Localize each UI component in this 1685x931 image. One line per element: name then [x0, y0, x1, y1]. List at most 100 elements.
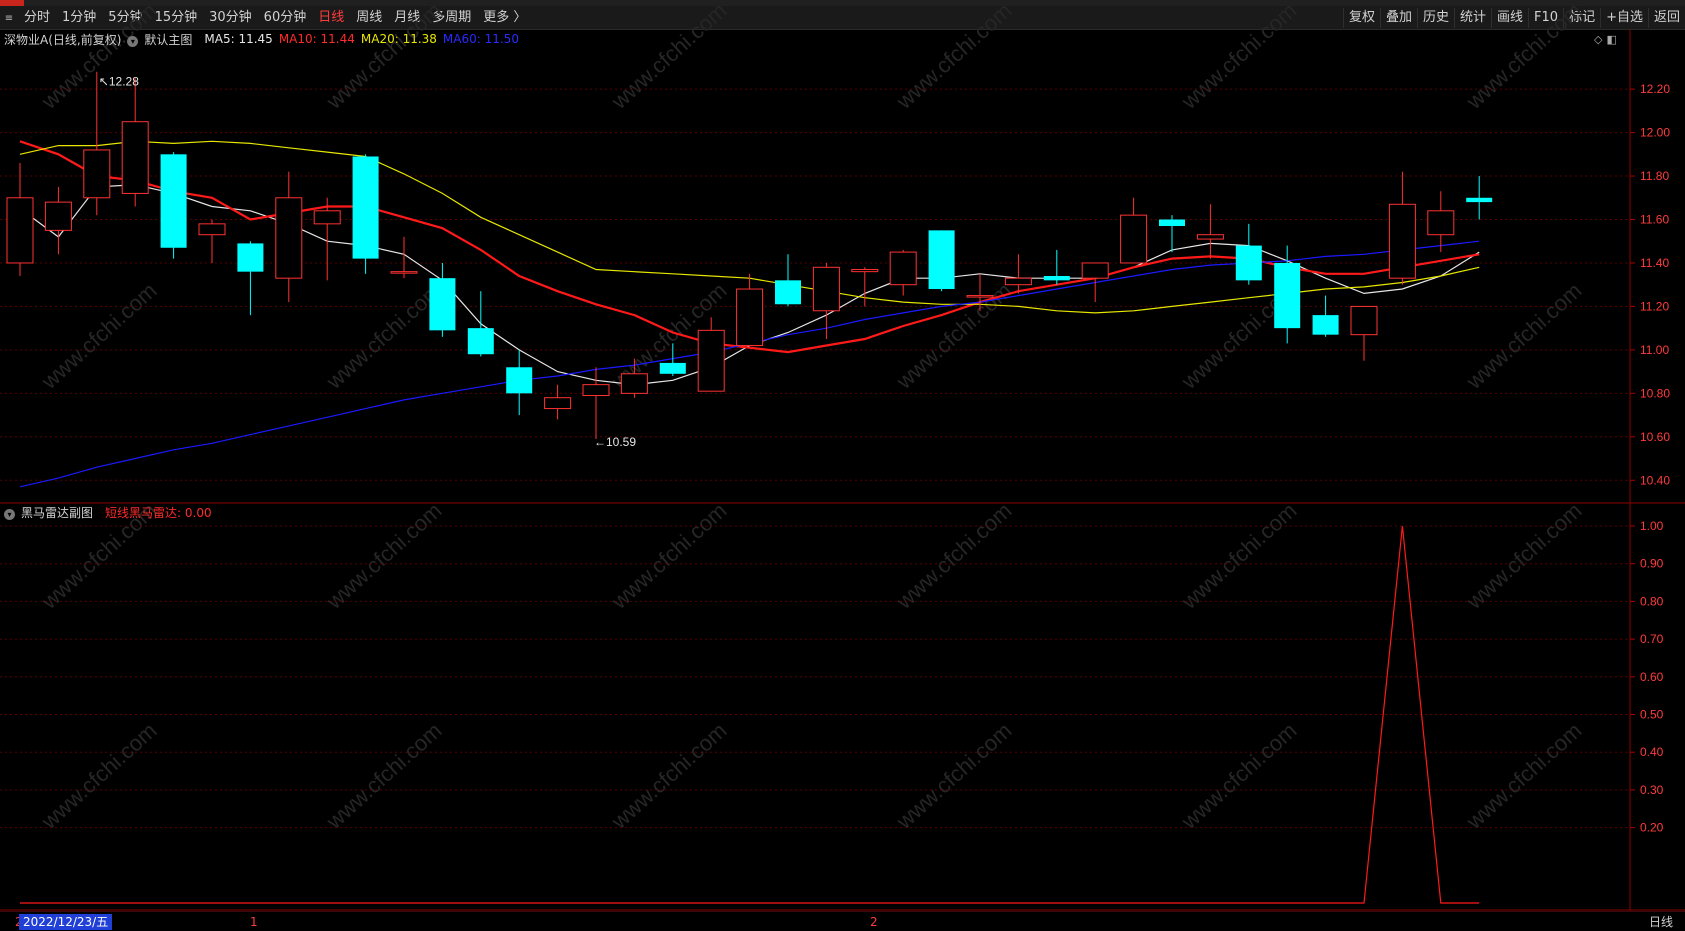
stock-title[interactable]: 深物业A(日线,前复权) [4, 31, 121, 48]
candle-body [160, 154, 187, 248]
main-y-tick-label: 10.40 [1640, 473, 1670, 487]
candle-body [1235, 245, 1262, 281]
legend-ma5: MA5: 11.45 [204, 32, 273, 46]
watermark-19: www.cfchi.com [321, 718, 447, 835]
candle-body [928, 230, 955, 290]
watermark-7: www.cfchi.com [321, 278, 447, 395]
candle-body [83, 149, 111, 199]
sub-y-tick-label: 0.50 [1640, 708, 1664, 722]
watermark-9: www.cfchi.com [891, 278, 1017, 395]
chart-canvas: www.cfchi.com www.cfchi.com www.cfchi.com w… [0, 0, 1685, 911]
main-y-tick-label: 11.20 [1640, 299, 1669, 313]
axis-mark-2: 2 [870, 915, 878, 929]
watermark-1: www.cfchi.com [321, 0, 447, 114]
sub-y-tick-label: 0.80 [1640, 594, 1664, 608]
candle-body [390, 271, 418, 274]
diamond-icon[interactable]: ◇ [1594, 33, 1602, 46]
watermark-13: www.cfchi.com [321, 498, 447, 615]
main-y-tick-label: 12.00 [1640, 126, 1670, 140]
watermark-3: www.cfchi.com [891, 0, 1017, 114]
candle-body [121, 121, 149, 194]
candle-body [1004, 277, 1032, 286]
candle-body [506, 367, 533, 394]
sub-y-tick-label: 0.90 [1640, 557, 1664, 571]
candle-body [812, 266, 840, 312]
candle-body [697, 329, 725, 392]
window-restore-icon[interactable]: ◧ [1606, 33, 1616, 46]
legend-ma60: MA60: 11.50 [442, 32, 519, 46]
candle-body [237, 243, 264, 272]
crosshair-date: 2022/12/23/五 [19, 914, 113, 930]
candle-body [1196, 234, 1224, 240]
candle-body [467, 328, 494, 355]
candle-body [620, 373, 648, 394]
main-chart-corner-controls: ◇ ◧ [1594, 33, 1617, 46]
candle-body [1120, 214, 1148, 264]
candle-body [6, 197, 34, 264]
candle-body [1274, 262, 1301, 329]
candle-body [966, 295, 994, 298]
candle-body [1081, 262, 1109, 279]
candle-body [275, 197, 303, 279]
sub-y-tick-label: 0.40 [1640, 745, 1664, 759]
watermark-11: www.cfchi.com [1461, 278, 1587, 395]
sub-chart-legend: ▾ 黑马雷达副图 短线黑马雷达: 0.00 [4, 504, 218, 520]
watermark-14: www.cfchi.com [606, 498, 732, 615]
chevron-down-icon: ▾ [127, 35, 139, 47]
candle-body [1312, 315, 1339, 335]
main-y-tick-label: 10.80 [1640, 386, 1670, 400]
watermark-15: www.cfchi.com [891, 498, 1017, 615]
period-label[interactable]: 日线 [1649, 914, 1673, 930]
sub-y-tick-label: 0.20 [1640, 821, 1664, 835]
chart-selector-label: 默认主图 [144, 32, 193, 47]
candle-body [429, 278, 456, 331]
candle-body [1427, 210, 1455, 236]
sub-y-tick-label: 1.00 [1640, 519, 1664, 533]
candle-body [1043, 276, 1070, 281]
watermark-18: www.cfchi.com [36, 718, 162, 835]
sub-chart-title: 黑马雷达副图 [21, 505, 94, 520]
watermark-6: www.cfchi.com [36, 278, 162, 395]
watermark-17: www.cfchi.com [1461, 498, 1587, 615]
candle-body [582, 384, 610, 397]
chevron-down-icon: ▾ [4, 508, 15, 520]
candle-body [775, 280, 801, 305]
main-y-tick-label: 11.40 [1640, 256, 1669, 270]
candle-body [1466, 197, 1493, 203]
chart-selector[interactable]: ▾ 默认主图 [127, 31, 198, 48]
legend-ma20: MA20: 11.38 [360, 32, 437, 46]
main-y-tick-label: 11.00 [1640, 343, 1669, 357]
candle-body [1350, 305, 1378, 336]
candle-body [889, 251, 917, 286]
watermark-0: www.cfchi.com [36, 0, 162, 114]
watermark-4: www.cfchi.com [1176, 0, 1302, 114]
main-y-tick-label: 10.60 [1640, 430, 1670, 444]
candle-body [313, 210, 341, 225]
sub-y-tick-label: 0.30 [1640, 783, 1664, 797]
watermark-22: www.cfchi.com [1176, 718, 1302, 835]
candle-body [1159, 219, 1185, 227]
main-y-tick-label: 11.80 [1640, 169, 1669, 183]
sub-y-tick-label: 0.60 [1640, 670, 1664, 684]
candle-body [352, 156, 379, 259]
legend-ma10: MA10: 11.44 [278, 32, 355, 46]
candle-body [659, 362, 686, 374]
candle-body [544, 397, 572, 410]
main-y-tick-label: 11.60 [1640, 213, 1669, 227]
candle-body [851, 268, 879, 273]
watermark-16: www.cfchi.com [1176, 498, 1302, 615]
high-price-label: ↖12.28 [99, 75, 139, 89]
watermark-2: www.cfchi.com [606, 0, 732, 114]
sub-indicator-value: 短线黑马雷达: 0.00 [105, 505, 212, 520]
axis-mark-1: 1 [250, 915, 258, 929]
low-price-label: ←10.59 [594, 435, 636, 449]
sub-chart-selector[interactable]: ▾ 黑马雷达副图 [4, 504, 99, 521]
bottom-date-bar: 2 2022/12/23/五 1 2 日线 [0, 911, 1685, 931]
candle-body [44, 201, 72, 231]
candle-body [736, 288, 764, 347]
watermark-5: www.cfchi.com [1461, 0, 1587, 114]
watermark-23: www.cfchi.com [1461, 718, 1587, 835]
candle-body [1388, 203, 1416, 279]
watermark-20: www.cfchi.com [606, 718, 732, 835]
main-y-tick-label: 12.20 [1640, 82, 1670, 96]
